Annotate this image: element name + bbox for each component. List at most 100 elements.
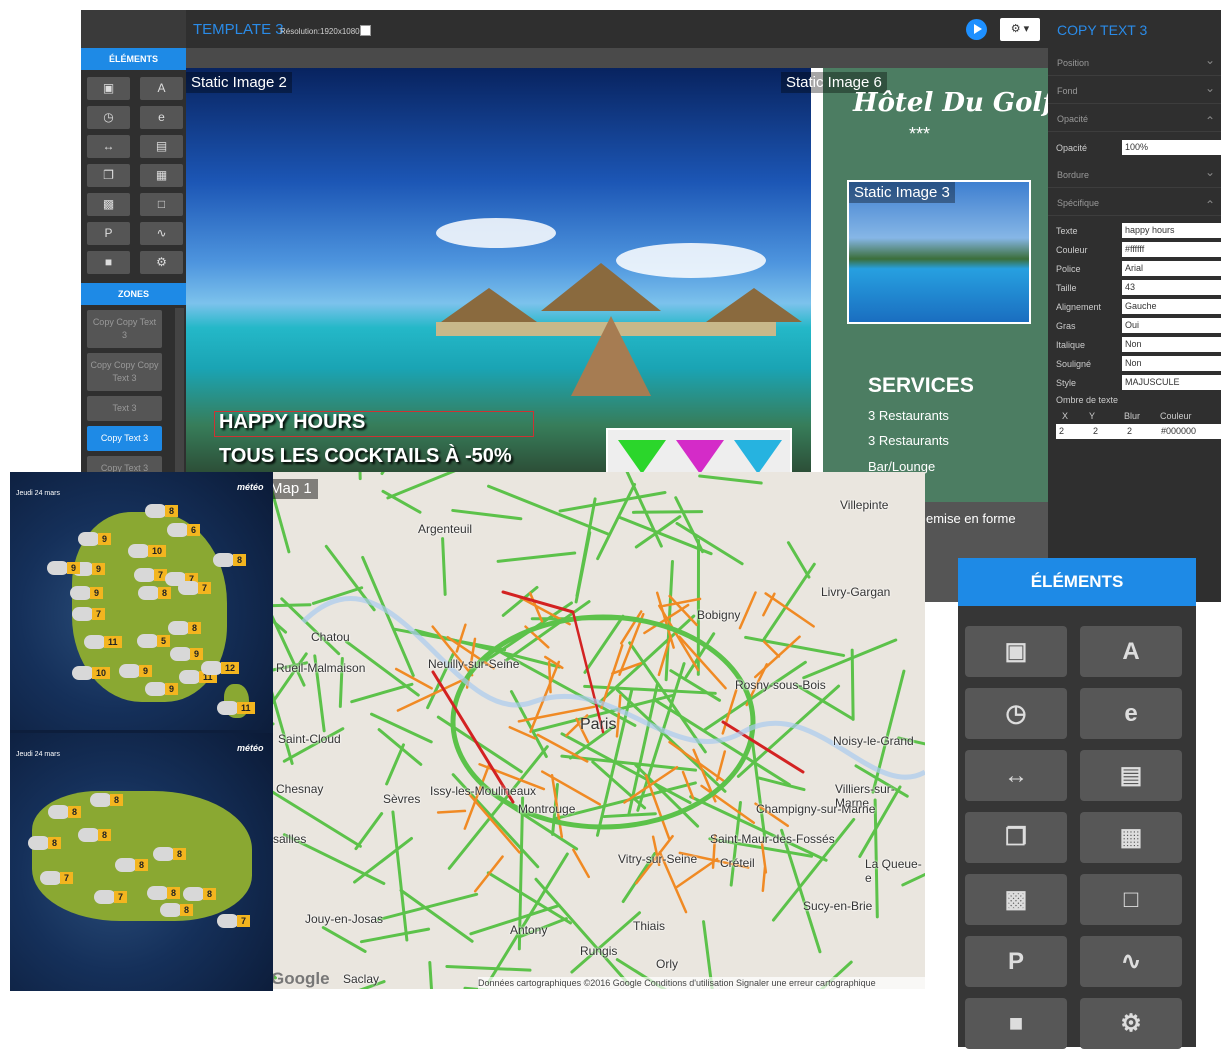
hotel-name[interactable]: Hôtel Du Golf: [853, 88, 1054, 118]
map-place-label: Neuilly-sur-Seine: [428, 657, 519, 671]
color-field[interactable]: #ffffff: [1122, 242, 1221, 257]
shadow-blur-field[interactable]: 2: [1124, 424, 1158, 439]
section-fond[interactable]: Fond: [1048, 78, 1221, 104]
car-icon[interactable]: ■: [965, 998, 1067, 1049]
ie-icon[interactable]: e: [140, 106, 183, 129]
cocktails-text[interactable]: TOUS LES COCKTAILS À -50%: [219, 445, 512, 468]
temperature-badge: 8: [188, 622, 201, 634]
hotel-zone[interactable]: Static Image 6 Hôtel Du Golf *** Static …: [811, 68, 1048, 502]
temperature-badge: 9: [139, 665, 152, 677]
temperature-badge: 8: [173, 848, 186, 860]
shadow-color-field[interactable]: #000000: [1158, 424, 1221, 439]
zone-item[interactable]: Copy Copy Text 3: [87, 310, 162, 348]
resolution-checkbox[interactable]: [360, 25, 371, 36]
cloud-icon: [217, 914, 239, 928]
traffic-map[interactable]: Map 1 Paris ArgenteuilVillepinteLivry-Ga…: [273, 472, 925, 989]
map-place-label: Argenteuil: [418, 522, 472, 536]
map-place-label: Champigny-sur-Marne: [756, 802, 875, 816]
hotel-stars: ***: [909, 124, 930, 145]
clock-icon[interactable]: ◷: [965, 688, 1067, 739]
align-select[interactable]: Gauche: [1122, 299, 1221, 314]
static-image-3-zone[interactable]: Static Image 3: [847, 180, 1031, 324]
temperature-badge: 7: [92, 608, 105, 620]
zone-icon[interactable]: ▣: [87, 77, 130, 100]
zone-item[interactable]: Text 3: [87, 396, 162, 421]
cloud-icon: [137, 634, 159, 648]
pdf-icon[interactable]: □: [1080, 874, 1182, 925]
qr-icon[interactable]: ▩: [965, 874, 1067, 925]
font-select[interactable]: Arial: [1122, 261, 1221, 276]
arrows-icon[interactable]: ↔: [965, 750, 1067, 801]
qr-icon[interactable]: ▩: [87, 193, 130, 216]
copy-icon[interactable]: ❐: [965, 812, 1067, 863]
meteo-logo: météo: [237, 482, 264, 492]
ppt-icon[interactable]: P: [965, 936, 1067, 987]
car-icon[interactable]: ■: [87, 251, 130, 274]
map-place-label: Bobigny: [697, 608, 740, 622]
section-specifique[interactable]: Spécifique: [1048, 190, 1221, 216]
static-image-2-zone[interactable]: Static Image 2 HAPPY HOURS TOUS LES COCK…: [186, 68, 811, 474]
temperature-badge: 12: [221, 662, 239, 674]
shadow-x-field[interactable]: 2: [1056, 424, 1090, 439]
temperature-badge: 11: [237, 702, 255, 714]
temperature-badge: 9: [165, 683, 178, 695]
temperature-badge: 7: [114, 891, 127, 903]
section-opacite[interactable]: Opacité: [1048, 106, 1221, 132]
pdf-icon[interactable]: □: [140, 193, 183, 216]
zones-list: Copy Copy Text 3 Copy Copy Copy Text 3 T…: [81, 305, 186, 481]
prop-label: Texte: [1056, 226, 1078, 236]
gear-icon[interactable]: ⚙: [1080, 998, 1182, 1049]
ie-icon[interactable]: e: [1080, 688, 1182, 739]
zone-item[interactable]: Copy Copy Copy Text 3: [87, 353, 162, 391]
map-footer[interactable]: Données cartographiques ©2016 Google Con…: [478, 977, 925, 989]
properties-title: COPY TEXT 3: [1057, 22, 1147, 38]
cloud-icon: [28, 836, 50, 850]
style-select[interactable]: MAJUSCULE: [1122, 375, 1221, 390]
bold-select[interactable]: Oui: [1122, 318, 1221, 333]
temperature-badge: 6: [187, 524, 200, 536]
film-icon[interactable]: ▦: [140, 164, 183, 187]
zone-icon[interactable]: ▣: [965, 626, 1067, 677]
shadow-y-field[interactable]: 2: [1090, 424, 1124, 439]
map-place-label: Chesnay: [276, 782, 323, 796]
prop-label: Couleur: [1056, 245, 1088, 255]
map-label: Map 1: [273, 479, 318, 499]
temperature-badge: 5: [157, 635, 170, 647]
section-position[interactable]: Position: [1048, 50, 1221, 76]
film-icon[interactable]: ▦: [1080, 812, 1182, 863]
opacity-field[interactable]: 100%: [1122, 140, 1221, 155]
prop-label: Souligné: [1056, 359, 1091, 369]
arrows-icon[interactable]: ↔: [87, 135, 130, 158]
map-place-label: Rosny-sous-Bois: [735, 678, 826, 692]
rss-icon[interactable]: ∿: [1080, 936, 1182, 987]
copy-icon[interactable]: ❐: [87, 164, 130, 187]
map-place-label: Saint-Maur-des-Fossés: [710, 832, 835, 846]
cloud-icon: [115, 858, 137, 872]
text-icon[interactable]: A: [140, 77, 183, 100]
settings-dropdown[interactable]: ⚙ ▾: [1000, 18, 1040, 41]
cloud-icon: [119, 664, 141, 678]
prop-label: Gras: [1056, 321, 1076, 331]
glass-green: [618, 440, 666, 474]
text-field[interactable]: happy hours: [1122, 223, 1221, 238]
image-icon[interactable]: ▤: [1080, 750, 1182, 801]
italic-select[interactable]: Non: [1122, 337, 1221, 352]
prop-label: Style: [1056, 378, 1076, 388]
cloud-icon: [160, 903, 182, 917]
text-icon[interactable]: A: [1080, 626, 1182, 677]
map-place-label: Saint-Cloud: [278, 732, 341, 746]
play-button[interactable]: [966, 19, 987, 40]
image-icon[interactable]: ▤: [140, 135, 183, 158]
cloud-icon: [72, 607, 94, 621]
happy-hours-text[interactable]: HAPPY HOURS: [219, 411, 365, 434]
ppt-icon[interactable]: P: [87, 222, 130, 245]
section-bordure[interactable]: Bordure: [1048, 162, 1221, 188]
clock-icon[interactable]: ◷: [87, 106, 130, 129]
rss-icon[interactable]: ∿: [140, 222, 183, 245]
zone-item-active[interactable]: Copy Text 3: [87, 426, 162, 451]
gear-icon[interactable]: ⚙: [140, 251, 183, 274]
underline-select[interactable]: Non: [1122, 356, 1221, 371]
size-field[interactable]: 43: [1122, 280, 1221, 295]
zones-scrollbar[interactable]: [175, 308, 184, 488]
elements-panel-grid: ▣ A ◷ e ↔ ▤ ❐ ▦ ▩ □ P ∿ ■ ⚙: [958, 606, 1196, 1049]
